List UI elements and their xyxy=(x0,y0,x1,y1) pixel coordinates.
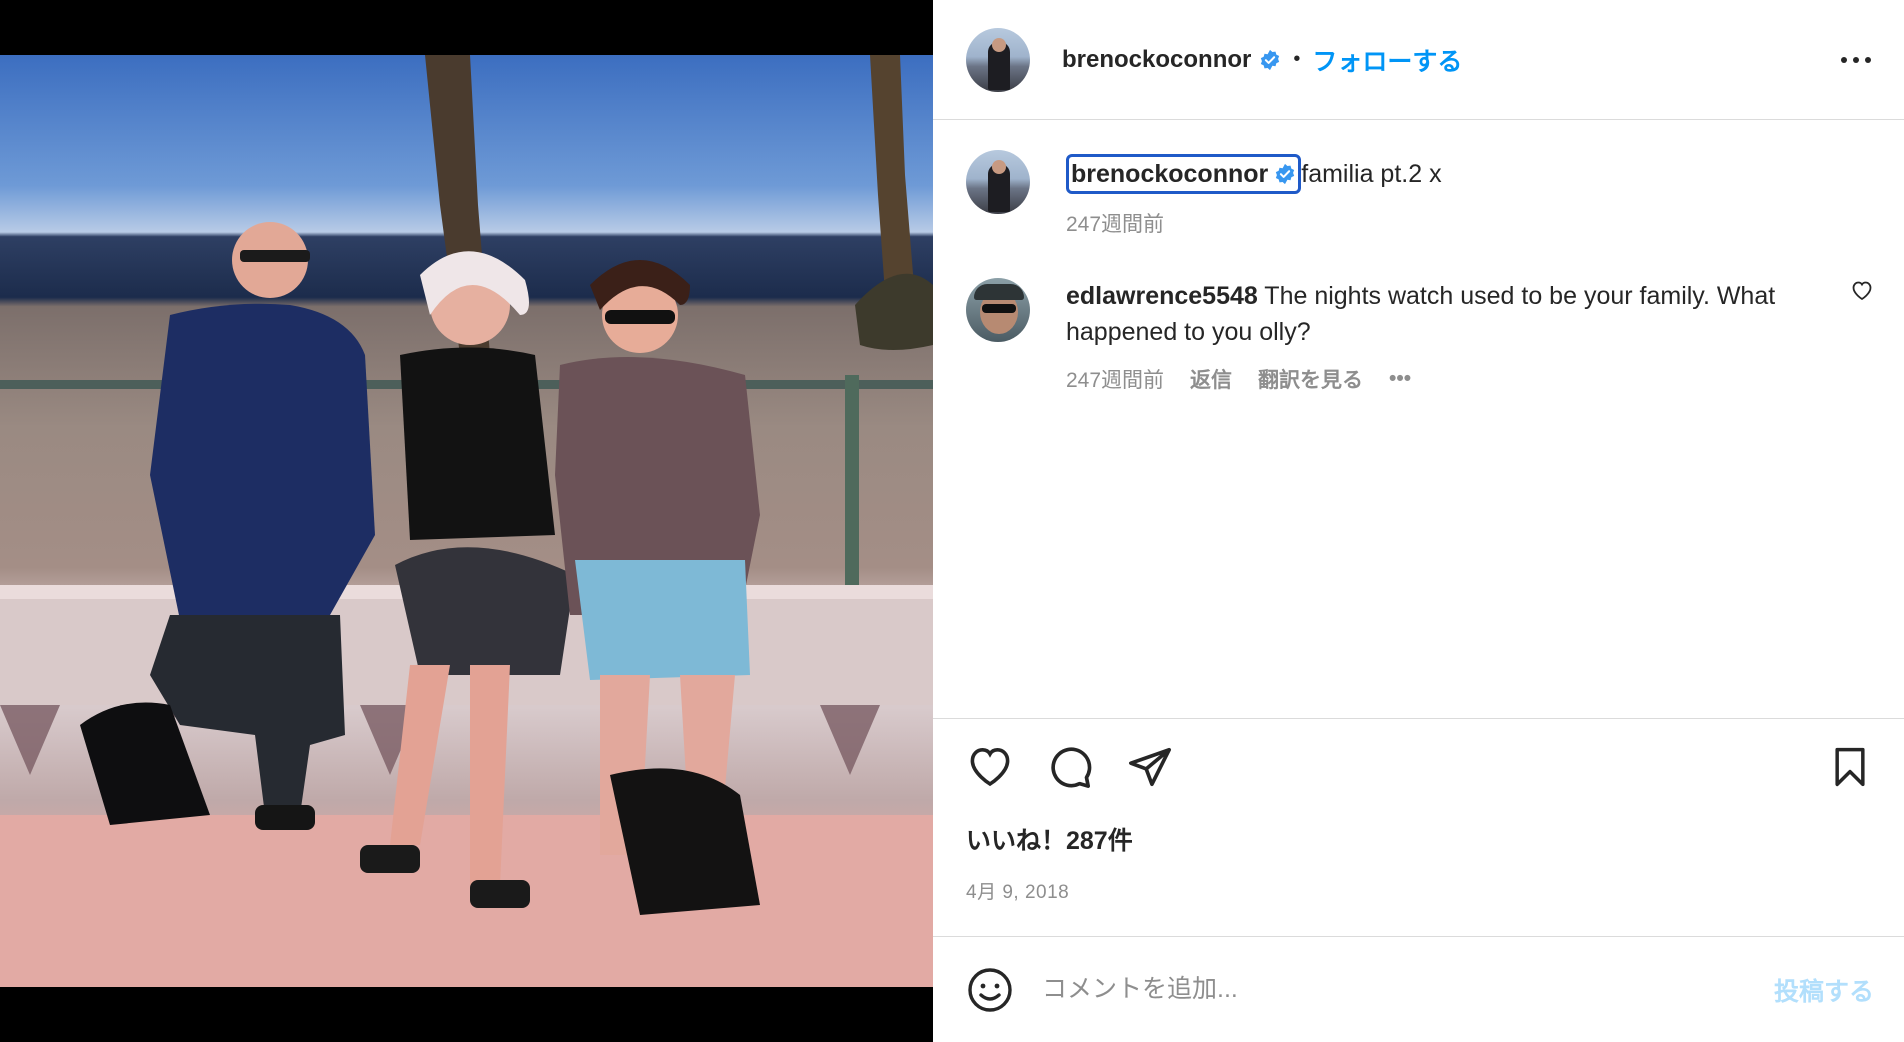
send-icon xyxy=(1129,747,1171,787)
avatar-head xyxy=(992,160,1006,174)
caption-avatar[interactable] xyxy=(966,150,1030,214)
comment-row: edlawrence5548 The nights watch used to … xyxy=(966,278,1874,394)
reply-button[interactable]: 返信 xyxy=(1190,364,1232,394)
comments-section: brenockoconnor familia pt.2 x 247週間前 edla… xyxy=(933,120,1904,718)
emoji-icon[interactable] xyxy=(966,966,1014,1014)
author-username[interactable]: brenockoconnor xyxy=(1062,46,1251,74)
post-header: brenockoconnor • フォローする xyxy=(933,0,1904,120)
comment-icon xyxy=(1051,747,1092,788)
header-separator: • xyxy=(1293,48,1301,70)
comment-meta: 247週間前 返信 翻訳を見る ••• xyxy=(1066,364,1794,394)
heart-icon xyxy=(970,747,1010,787)
caption-username[interactable]: brenockoconnor xyxy=(1066,154,1302,194)
author-avatar[interactable] xyxy=(966,27,1030,92)
actions-section: いいね！287件 4月 9, 2018 xyxy=(933,718,1904,936)
post-date[interactable]: 4月 9, 2018 xyxy=(966,877,1874,904)
caption-username-text: brenockoconnor xyxy=(1071,160,1269,188)
caption-row: brenockoconnor familia pt.2 x 247週間前 xyxy=(966,150,1874,238)
avatar-hat xyxy=(974,284,1024,300)
comment-more-button[interactable]: ••• xyxy=(1389,367,1411,391)
post-media xyxy=(0,0,933,1042)
comment-time: 247週間前 xyxy=(1066,369,1165,392)
verified-badge-icon xyxy=(1276,163,1295,185)
see-translation-button[interactable]: 翻訳を見る xyxy=(1258,364,1363,394)
more-horizontal-icon xyxy=(1841,56,1871,63)
avatar-head xyxy=(992,37,1006,52)
post-modal: brenockoconnor • フォローする brenockoconnor f… xyxy=(0,0,1904,1042)
caption-meta: 247週間前 xyxy=(1066,208,1874,238)
caption-line: brenockoconnor familia pt.2 x xyxy=(1066,154,1874,194)
post-comment-button[interactable]: 投稿する xyxy=(1774,972,1874,1008)
save-button[interactable] xyxy=(1826,743,1874,791)
caption-text: familia pt.2 x xyxy=(1301,160,1442,188)
action-bar xyxy=(966,739,1874,795)
caption-time: 247週間前 xyxy=(1066,213,1165,236)
like-button[interactable] xyxy=(966,743,1014,791)
bookmark-icon xyxy=(1835,747,1865,787)
likes-count[interactable]: いいね！287件 xyxy=(966,821,1874,857)
comment-like-heart-icon[interactable] xyxy=(1850,278,1874,302)
caption-body: brenockoconnor familia pt.2 x 247週間前 xyxy=(1066,150,1874,238)
comment-text-line: edlawrence5548 The nights watch used to … xyxy=(1066,278,1794,350)
comment-button[interactable] xyxy=(1046,743,1094,791)
follow-button[interactable]: フォローする xyxy=(1312,42,1462,78)
commenter-avatar[interactable] xyxy=(966,278,1030,342)
post-photo[interactable] xyxy=(0,55,933,987)
avatar-sunglasses xyxy=(982,304,1016,313)
commenter-username[interactable]: edlawrence5548 xyxy=(1066,282,1258,310)
post-sidebar: brenockoconnor • フォローする brenockoconnor f… xyxy=(933,0,1904,1042)
share-button[interactable] xyxy=(1126,743,1174,791)
comment-input[interactable] xyxy=(1040,974,1774,1005)
add-comment-bar: 投稿する xyxy=(933,936,1904,1042)
comment-body: edlawrence5548 The nights watch used to … xyxy=(1066,278,1874,394)
more-options-button[interactable] xyxy=(1838,42,1874,78)
beach-photo-illustration xyxy=(0,55,933,987)
verified-badge-icon xyxy=(1261,49,1280,70)
